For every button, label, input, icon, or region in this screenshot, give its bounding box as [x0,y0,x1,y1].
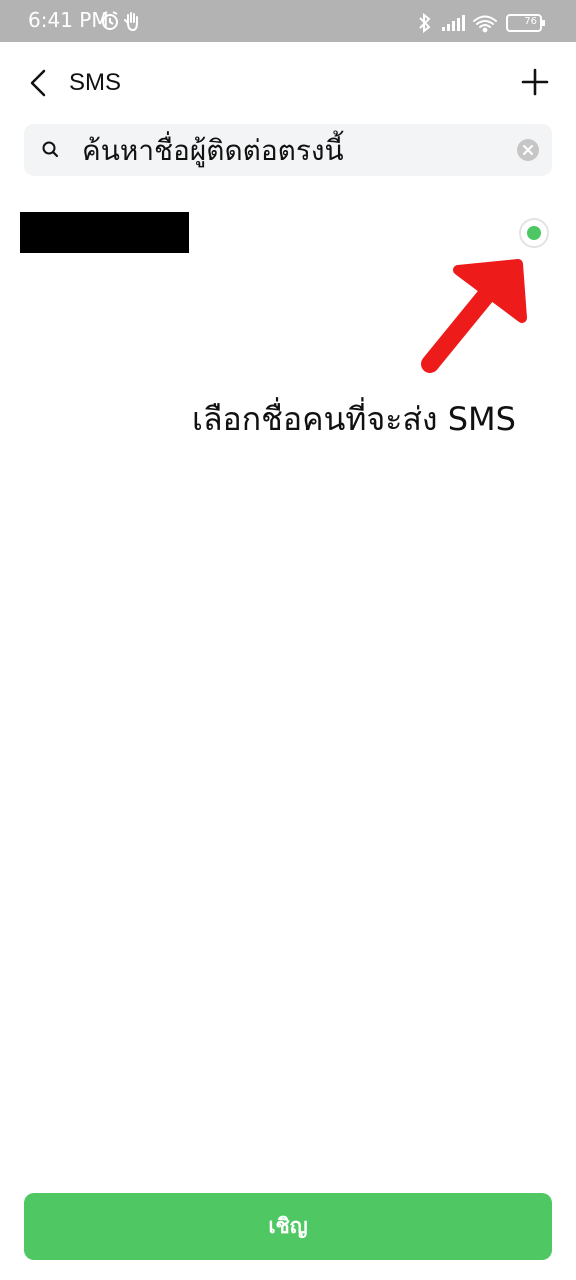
status-right-icons: 76 [416,12,546,37]
status-left-icons [100,10,144,36]
search-box [24,124,552,176]
bluetooth-icon [419,12,431,34]
page-title: SMS [69,69,122,96]
contact-selected-dot [527,226,541,240]
signal-icon [442,15,465,31]
annotation-arrow-icon [421,259,527,373]
add-button[interactable] [520,67,550,97]
alarm-icon [102,11,118,30]
plus-icon [521,68,549,96]
contact-name-redacted [20,212,189,253]
status-time: 6:41 PM [28,8,109,32]
hand-icon [124,12,138,32]
contact-select-radio[interactable] [519,218,549,248]
back-button[interactable] [24,68,54,98]
chevron-left-icon [30,69,46,97]
search-icon [41,140,61,160]
clear-search-button[interactable] [517,139,539,161]
header: SMS [0,42,576,124]
search-input[interactable] [82,130,502,170]
invite-button[interactable]: เชิญ [24,1193,552,1260]
status-left-svg [102,11,138,32]
wifi-icon [473,15,497,33]
annotation-text: เลือกชื่อคนที่จะส่ง SMS [192,400,516,438]
clear-circle-icon [517,139,539,161]
status-bar: 6:41 PM 76 [0,0,576,42]
battery-level: 76 [524,16,537,27]
